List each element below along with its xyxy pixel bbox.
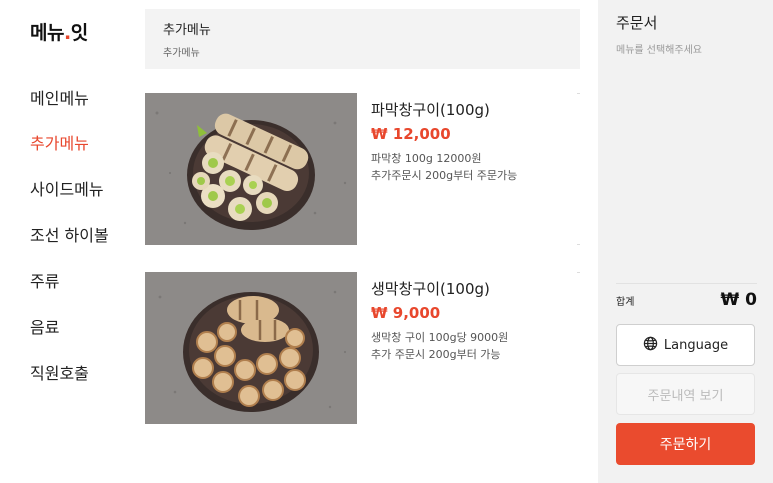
sidebar-item-side-menu[interactable]: 사이드메뉴 xyxy=(30,176,104,200)
menu-desc-line: 추가주문시 200g부터 주문가능 xyxy=(371,169,518,182)
total-label: 합계 xyxy=(616,296,635,308)
total-value: ₩ 0 xyxy=(720,290,758,310)
menu-desc-line: 생막창 구이 100g당 9000원 xyxy=(371,331,509,344)
language-button[interactable]: Language xyxy=(616,324,755,366)
menu-price: ₩ 9,000 xyxy=(371,304,441,322)
logo-dot: . xyxy=(63,22,71,44)
menu-info: 파막창구이(100g) ₩ 12,000 파막창 100g 12000원 추가주… xyxy=(371,99,517,184)
order-empty-placeholder: 메뉴를 선택해주세요 xyxy=(616,45,702,56)
menu-info: 생막창구이(100g) ₩ 9,000 생막창 구이 100g당 9000원 추… xyxy=(371,278,508,363)
category-title: 추가메뉴 xyxy=(163,23,211,38)
globe-icon xyxy=(643,336,658,355)
category-header: 추가메뉴 추가메뉴 xyxy=(145,9,580,69)
menu-image-pa-makchang xyxy=(145,93,357,245)
sidebar-item-extra-menu[interactable]: 추가메뉴 xyxy=(30,130,89,154)
menu-image-saeng-makchang xyxy=(145,272,357,424)
logo-tail: 잇 xyxy=(70,22,88,44)
menu-description: 생막창 구이 100g당 9000원 추가 주문시 200g부터 가능 xyxy=(371,329,508,363)
order-panel: 주문서 메뉴를 선택해주세요 합계 ₩ 0 Language 주문내역 보기 주… xyxy=(598,0,773,483)
menu-item-pa-makchang[interactable]: 파막창구이(100g) ₩ 12,000 파막창 100g 12000원 추가주… xyxy=(145,93,580,245)
menu-desc-line: 추가 주문시 200g부터 가능 xyxy=(371,348,501,361)
sidebar-item-main-menu[interactable]: 메인메뉴 xyxy=(30,85,89,109)
language-label: Language xyxy=(663,337,729,353)
logo-main: 메뉴 xyxy=(30,22,64,44)
divider xyxy=(577,272,580,273)
place-order-button[interactable]: 주문하기 xyxy=(616,423,755,465)
order-title: 주문서 xyxy=(616,14,658,32)
sidebar-item-call-staff[interactable]: 직원호출 xyxy=(30,360,89,384)
sidebar-item-liquor[interactable]: 주류 xyxy=(30,268,59,292)
category-subtitle: 추가메뉴 xyxy=(163,48,200,59)
order-history-button[interactable]: 주문내역 보기 xyxy=(616,373,755,415)
menu-description: 파막창 100g 12000원 추가주문시 200g부터 주문가능 xyxy=(371,150,517,184)
total-row: 합계 ₩ 0 xyxy=(616,283,757,310)
sidebar: 메뉴.잇 메인메뉴 추가메뉴 사이드메뉴 조선 하이볼 주류 음료 직원호출 xyxy=(0,0,140,483)
divider xyxy=(577,244,580,245)
app-logo: 메뉴.잇 xyxy=(30,18,88,45)
menu-item-saeng-makchang[interactable]: 생막창구이(100g) ₩ 9,000 생막창 구이 100g당 9000원 추… xyxy=(145,272,580,424)
sidebar-item-highball[interactable]: 조선 하이볼 xyxy=(30,222,109,246)
menu-name: 생막창구이(100g) xyxy=(371,280,490,298)
menu-desc-line: 파막창 100g 12000원 xyxy=(371,152,482,165)
menu-name: 파막창구이(100g) xyxy=(371,101,490,119)
divider xyxy=(577,93,580,94)
menu-price: ₩ 12,000 xyxy=(371,125,451,143)
sidebar-item-drinks[interactable]: 음료 xyxy=(30,314,59,338)
